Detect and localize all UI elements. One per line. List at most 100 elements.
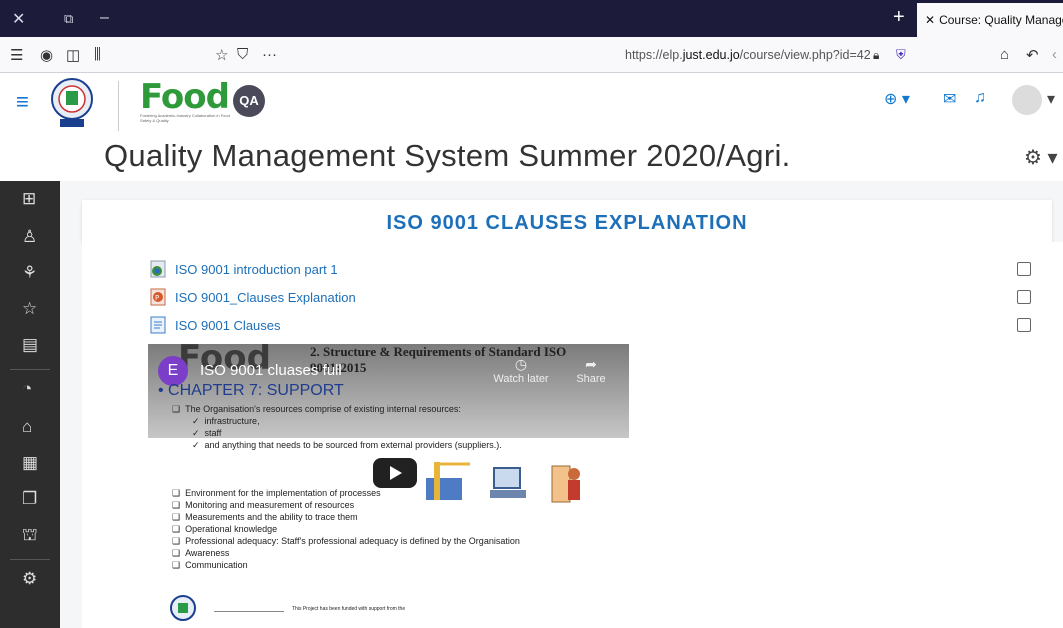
slide-bullet: ❑ Professional adequacy: Staff's profess… [172, 536, 520, 546]
participants-icon[interactable]: ♙ [22, 227, 37, 247]
messages-icon[interactable]: ✉ [943, 89, 956, 109]
slide-bullet-text: Environment for the implementation of pr… [185, 488, 381, 498]
completion-checkbox[interactable] [1017, 318, 1031, 332]
embedded-video-player[interactable]: Food 2. Structure & Requirements of Stan… [148, 344, 629, 628]
minimize-window-icon[interactable]: – [100, 9, 109, 27]
watch-later-label: Watch later [493, 373, 549, 385]
site-admin-gear-icon[interactable]: ⚙ [22, 569, 37, 589]
close-tab-icon[interactable]: ✕ [925, 13, 935, 27]
browser-titlebar: ✕ ⧉ – + ✕ Course: Quality Management [0, 0, 1063, 37]
construction-clipart [426, 462, 470, 500]
chapter-text: CHAPTER 7: SUPPORT [168, 382, 344, 399]
section-header: ISO 9001 CLAUSES EXPLANATION [82, 200, 1052, 242]
slide-bullet-text: Measurements and the ability to trace th… [185, 512, 358, 522]
menu-icon[interactable]: ☰ [10, 46, 23, 64]
slide-footer-rule [214, 611, 284, 612]
more-actions-icon[interactable]: ··· [262, 46, 277, 63]
worker-clipart [551, 465, 580, 503]
food-tagline: Fostering Academic-Industry Collaboratio… [140, 113, 230, 123]
nav-sidebar: ⊞ ♙ ⚘ ☆ ▤ ◔ ⌂ ▦ ❐ ⛫ ⚙ [0, 181, 60, 628]
course-settings-gear-icon[interactable]: ⚙ ▾ [1024, 145, 1058, 170]
user-avatar[interactable] [1012, 85, 1042, 115]
university-logo[interactable] [50, 77, 94, 133]
svg-text:P: P [155, 294, 159, 302]
dashboard-gauge-icon[interactable]: ◔ [22, 379, 32, 399]
slide-line: ✓ infrastructure, [192, 416, 260, 426]
activity-link[interactable]: ISO 9001_Clauses Explanation [175, 290, 356, 305]
slide-bullet-text: Awareness [185, 548, 230, 558]
account-icon[interactable]: ◉ [40, 46, 53, 64]
completion-checkbox[interactable] [1017, 262, 1031, 276]
slide-bullet-text: Monitoring and measurement of resources [185, 500, 355, 510]
private-files-icon[interactable]: ❐ [22, 489, 37, 509]
pocket-icon[interactable]: ⛉ [237, 46, 248, 63]
sidebar-divider [10, 559, 50, 560]
calendar-icon[interactable]: ▦ [22, 453, 38, 473]
share-arrow-icon: ➦ [585, 356, 597, 372]
restore-window-icon[interactable]: ⧉ [64, 11, 73, 27]
slide-line-text: infrastructure, [204, 416, 260, 426]
slide-university-logo [170, 595, 196, 621]
slide-line: ✓ staff [192, 428, 222, 438]
slide-line: ❑ The Organisation's resources comprise … [172, 404, 461, 414]
slide-line-text: and anything that needs to be sourced fr… [204, 440, 502, 450]
browser-navbar: ☰ ◉ ◫ ⫼ ☆ ⛉ ··· https://elp.just.edu.jo/… [0, 37, 1063, 73]
video-title[interactable]: ISO 9001 cluases full [200, 362, 342, 379]
activity-link[interactable]: ISO 9001 introduction part 1 [175, 262, 338, 277]
slide-bullet-text: Professional adequacy: Staff's professio… [185, 536, 520, 546]
powerpoint-file-icon: P [150, 288, 166, 306]
shield-icon[interactable]: ⛨ [896, 47, 906, 63]
competencies-star-icon[interactable]: ☆ [22, 299, 37, 319]
back-icon[interactable]: ↶ [1026, 46, 1039, 64]
bookmark-star-icon[interactable]: ☆ [215, 46, 228, 64]
lock-icon[interactable]: 🔒︎ [873, 48, 879, 63]
drawer-toggle-icon[interactable]: ≡ [16, 89, 29, 115]
dashboard-grid-icon[interactable]: ⊞ [22, 189, 36, 209]
notifications-bell-icon[interactable]: ♫ [974, 89, 986, 107]
url-bar[interactable]: https://elp.just.edu.jo/course/view.php?… [625, 48, 871, 62]
tab-title: Course: Quality Management [939, 13, 1063, 27]
page-icon [150, 316, 166, 334]
slide-bullet-text: Communication [185, 560, 248, 570]
slide-bullet: ❑ Measurements and the ability to trace … [172, 512, 358, 522]
share-label: Share [576, 373, 606, 385]
new-tab-button[interactable]: + [893, 6, 905, 29]
section-title: ISO 9001 CLAUSES EXPLANATION [386, 212, 748, 234]
slide-bullet: ❑ Environment for the implementation of … [172, 488, 381, 498]
my-courses-icon[interactable]: ⛫ [22, 525, 38, 547]
watch-later-button[interactable]: ◷ Watch later [486, 356, 556, 385]
slide-line-text: The Organisation's resources comprise of… [185, 404, 461, 414]
sidebar-divider [10, 369, 50, 370]
slide-bullet: ❑ Awareness [172, 548, 230, 558]
forward-icon[interactable]: ‹ [1052, 46, 1057, 63]
slide-bullet-text: Operational knowledge [185, 524, 278, 534]
site-header: ≡ Food QA Fostering Academic-Industry Co… [0, 73, 1063, 181]
browser-tab-active[interactable]: ✕ Course: Quality Management [917, 3, 1063, 37]
user-menu-chevron-icon[interactable]: ▾ [1047, 89, 1055, 109]
completion-checkbox[interactable] [1017, 290, 1031, 304]
food-logo[interactable]: Food [140, 77, 230, 117]
slide-chapter-heading: • CHAPTER 7: SUPPORT [158, 382, 344, 399]
language-globe-icon[interactable]: ⊕ ▾ [884, 89, 910, 109]
slide-bullet: ❑ Communication [172, 560, 248, 570]
video-file-icon [150, 260, 166, 278]
slide-header: 2. Structure & Requirements of Standard … [310, 344, 567, 375]
site-home-icon[interactable]: ⌂ [22, 417, 32, 437]
home-icon[interactable]: ⌂ [1000, 46, 1009, 63]
clock-icon: ◷ [514, 356, 528, 372]
play-button[interactable] [373, 458, 417, 488]
computer-clipart [490, 467, 526, 498]
slide-line: ✓ and anything that needs to be sourced … [192, 440, 502, 450]
slide-footer-text: This Project has been funded with suppor… [292, 606, 406, 612]
logo-divider [118, 81, 119, 131]
share-button[interactable]: ➦ Share [566, 356, 616, 385]
qa-badge: QA [233, 85, 265, 117]
slide-line-text: staff [204, 428, 222, 438]
close-window-icon[interactable]: ✕ [12, 9, 25, 29]
activity-link[interactable]: ISO 9001 Clauses [175, 318, 281, 333]
reader-view-icon[interactable]: ◫ [66, 46, 80, 64]
library-icon[interactable]: ⫼ [94, 46, 101, 63]
badges-icon[interactable]: ⚘ [22, 263, 37, 283]
grades-icon[interactable]: ▤ [22, 335, 38, 355]
slide-bullet: ❑ Monitoring and measurement of resource… [172, 500, 355, 510]
